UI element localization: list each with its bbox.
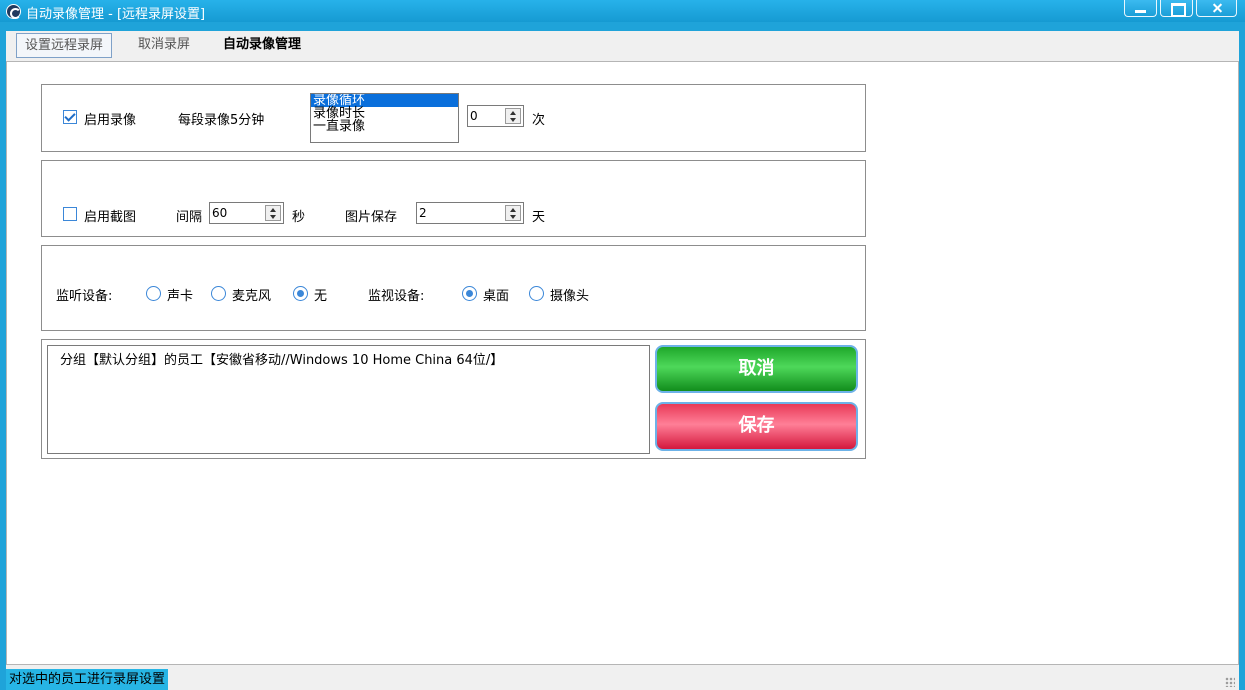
spin-arrows-icon[interactable]	[505, 205, 521, 221]
screenshot-group: 启用截图 间隔 60 秒 图片保存 2 天	[41, 160, 866, 237]
target-group: 分组【默认分组】的员工【安徽省移动//Windows 10 Home China…	[41, 339, 866, 459]
monitor-radio-camera[interactable]	[529, 286, 544, 301]
settings-panel: 启用录像 每段录像5分钟 录像循环 录像时长 一直录像 0 次 启用截图 间隔 …	[6, 61, 1239, 665]
listen-radio-none[interactable]	[293, 286, 308, 301]
cancel-button[interactable]: 取消	[655, 345, 858, 393]
window-controls	[1124, 0, 1237, 17]
image-keep-unit: 天	[532, 210, 546, 225]
maximize-icon[interactable]	[1160, 0, 1193, 17]
record-count-unit: 次	[532, 113, 546, 128]
toolbar: 设置远程录屏 取消录屏 自动录像管理	[6, 31, 1239, 61]
image-keep-value: 2	[419, 206, 427, 220]
record-mode-option[interactable]: 一直录像	[311, 120, 458, 133]
target-employee-textbox[interactable]: 分组【默认分组】的员工【安徽省移动//Windows 10 Home China…	[47, 345, 650, 454]
monitor-device-label: 监视设备:	[368, 289, 425, 304]
listen-option-label: 麦克风	[232, 289, 272, 304]
image-keep-stepper[interactable]: 2	[416, 202, 524, 224]
monitor-radio-desktop[interactable]	[462, 286, 477, 301]
enable-screenshot-checkbox[interactable]	[63, 207, 77, 221]
image-keep-label: 图片保存	[345, 210, 398, 225]
resize-grip-icon[interactable]	[1225, 677, 1235, 687]
save-button[interactable]: 保存	[655, 402, 858, 451]
devices-group: 监听设备: 声卡 麦克风 无 监视设备: 桌面 摄像头	[41, 245, 866, 331]
enable-record-checkbox[interactable]	[63, 110, 77, 124]
listen-radio-microphone[interactable]	[211, 286, 226, 301]
segment-duration-label: 每段录像5分钟	[178, 113, 265, 128]
interval-stepper[interactable]: 60	[209, 202, 284, 224]
monitor-option-label: 摄像头	[550, 289, 590, 304]
record-mode-listbox[interactable]: 录像循环 录像时长 一直录像	[310, 93, 459, 143]
record-count-value: 0	[470, 109, 478, 123]
listen-option-label: 无	[314, 289, 328, 304]
listen-option-label: 声卡	[167, 289, 194, 304]
record-group: 启用录像 每段录像5分钟 录像循环 录像时长 一直录像 0 次	[41, 84, 866, 152]
interval-unit: 秒	[292, 210, 306, 225]
enable-screenshot-label: 启用截图	[84, 210, 137, 225]
tab-auto-record-management[interactable]: 自动录像管理	[215, 33, 309, 58]
minimize-icon[interactable]	[1124, 0, 1157, 17]
status-bar: 对选中的员工进行录屏设置	[6, 665, 1239, 690]
spin-arrows-icon[interactable]	[265, 205, 281, 221]
interval-label: 间隔	[176, 210, 203, 225]
monitor-option-label: 桌面	[483, 289, 510, 304]
interval-value: 60	[212, 206, 228, 220]
enable-record-label: 启用录像	[84, 113, 137, 128]
tab-remote-record-settings[interactable]: 设置远程录屏	[16, 33, 113, 58]
record-count-stepper[interactable]: 0	[467, 105, 524, 127]
status-text: 对选中的员工进行录屏设置	[6, 669, 169, 690]
spin-arrows-icon[interactable]	[505, 108, 521, 124]
app-icon	[6, 4, 21, 19]
listen-radio-soundcard[interactable]	[146, 286, 161, 301]
title-bar[interactable]: 自动录像管理 - [远程录屏设置]	[0, 0, 1245, 22]
close-icon[interactable]	[1196, 0, 1237, 17]
tab-cancel-record[interactable]: 取消录屏	[130, 33, 198, 58]
window-title: 自动录像管理 - [远程录屏设置]	[26, 7, 206, 22]
listen-device-label: 监听设备:	[56, 289, 113, 304]
